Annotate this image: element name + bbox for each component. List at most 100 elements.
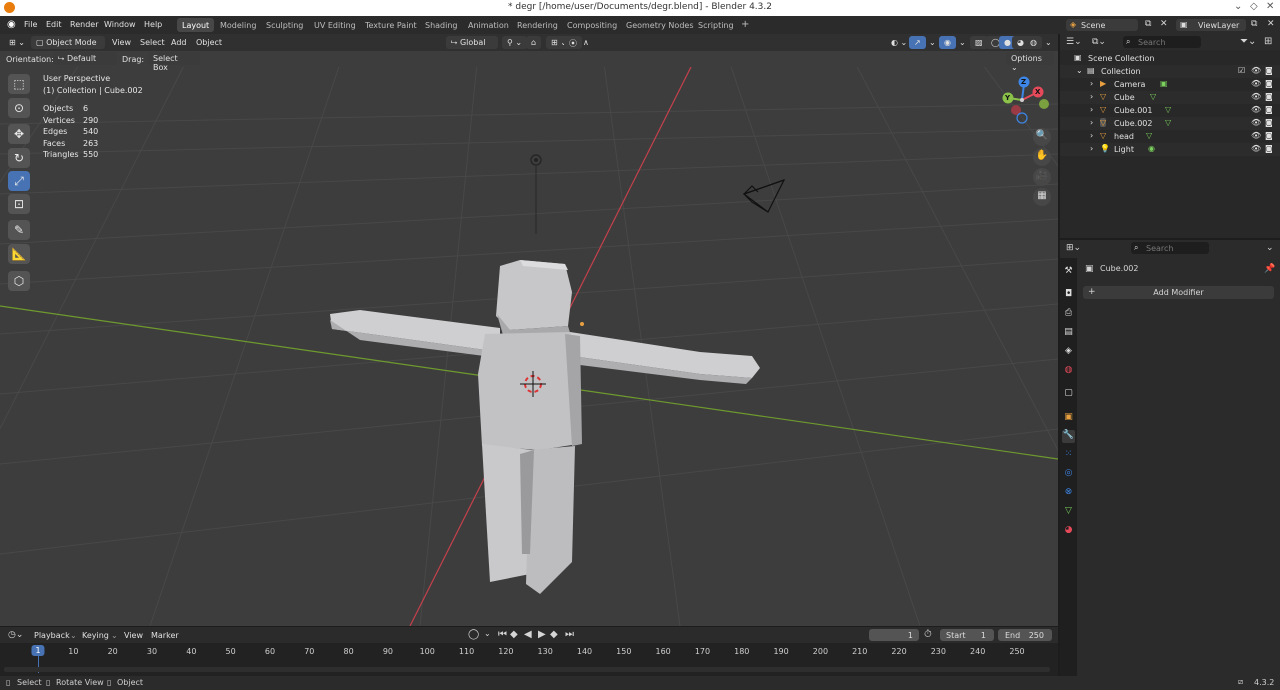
new-scene-icon[interactable]: ⧉ [1145,19,1151,29]
camera-view-icon[interactable]: 🎥 [1033,168,1051,186]
stopwatch-icon[interactable]: ⏱ [924,629,932,640]
tab-sculpting[interactable]: Sculpting [261,18,308,32]
xray-toggle-icon[interactable]: ▨ [970,36,988,49]
timeline-menu-view[interactable]: View [124,631,143,640]
view-layer-selector[interactable]: ▣ ViewLayer [1176,19,1246,31]
select-box-tool[interactable]: ⬚ [8,74,30,94]
physics-tab-icon[interactable]: ◎ [1062,468,1075,481]
render-camera-icon[interactable]: ◙ [1265,66,1273,75]
render-camera-icon[interactable]: ◙ [1265,131,1273,140]
chevron-down-icon[interactable]: ⌄ [1076,66,1083,75]
output-tab-icon[interactable]: ⎙ [1062,308,1075,321]
viewport-menu-object[interactable]: Object [196,38,222,47]
constraints-tab-icon[interactable]: ⊗ [1062,487,1075,500]
options-button[interactable]: Options ⌄ [1006,52,1054,72]
object-tab-icon[interactable]: ▣ [1062,412,1075,425]
minimize-icon[interactable]: ⌄ [1234,1,1242,12]
outliner-item[interactable]: › ▶ Camera ▣ 👁 ◙ [1060,78,1280,91]
play-icon[interactable]: ▶ [538,629,546,640]
measure-tool[interactable]: 📐 [8,244,30,264]
render-camera-icon[interactable]: ◙ [1265,118,1273,127]
outliner-item[interactable]: › ▽ Cube.001 ▽ 👁 ◙ [1060,104,1280,117]
tool-tab-icon[interactable]: ⚒ [1062,266,1075,279]
tab-uv-editing[interactable]: UV Editing [309,18,361,32]
viewport-menu-add[interactable]: Add [171,38,187,47]
viewport-menu-view[interactable]: View [112,38,131,47]
cursor-tool[interactable]: ⊙ [8,98,30,118]
chevron-right-icon[interactable]: › [1090,92,1093,101]
world-tab-icon[interactable]: ◍ [1062,365,1075,378]
menu-help[interactable]: Help [144,20,162,29]
pin-icon[interactable]: 📌 [1264,264,1275,274]
timeline-menu-playback[interactable]: Playback [34,631,70,640]
rotate-tool[interactable]: ↻ [8,148,30,168]
current-frame-input[interactable]: 1 [869,629,919,641]
particles-tab-icon[interactable]: ⁙ [1062,449,1075,462]
blender-menu-icon[interactable]: ◉ [7,19,16,30]
chevron-down-icon[interactable]: ⌄ [484,629,491,638]
shading-dropdown-icon[interactable]: ⌄ [1040,36,1057,49]
tab-shading[interactable]: Shading [420,18,463,32]
scene-selector[interactable]: ◈ Scene [1066,19,1138,31]
menu-edit[interactable]: Edit [46,20,62,29]
falloff-icon[interactable]: ∧ [578,36,594,49]
outliner-editor-icon[interactable]: ☰⌄ [1066,37,1082,47]
display-mode-icon[interactable]: ⧉⌄ [1092,37,1106,47]
new-collection-icon[interactable]: ⊞ [1264,36,1272,47]
chevron-right-icon[interactable]: › [1090,144,1093,153]
render-camera-icon[interactable]: ◙ [1265,144,1273,153]
tab-compositing[interactable]: Compositing [562,18,622,32]
tab-modeling[interactable]: Modeling [215,18,261,32]
jump-end-icon[interactable]: ⏭ [565,629,574,640]
checkbox-icon[interactable]: ☑ [1238,66,1245,75]
render-camera-icon[interactable]: ◙ [1265,92,1273,101]
transform-orientation-selector[interactable]: ⮡ Global ⌄ [446,36,498,57]
tab-scripting[interactable]: Scripting [693,18,739,32]
new-view-layer-icon[interactable]: ⧉ [1251,19,1257,29]
material-tab-icon[interactable]: ◕ [1062,525,1075,538]
eye-icon[interactable]: 👁 [1251,79,1261,88]
mode-selector[interactable]: ▢ Object Mode ⌄ [31,36,105,56]
move-tool[interactable]: ✥ [8,124,30,144]
eye-icon[interactable]: 👁 [1251,118,1261,127]
jump-key-back-icon[interactable]: ◆ [510,629,518,640]
chevron-right-icon[interactable]: › [1090,105,1093,114]
menu-file[interactable]: File [24,20,37,29]
record-icon[interactable]: ◯ [468,629,479,640]
overlay-dropdown-icon[interactable]: ⌄ [954,36,971,49]
jump-start-icon[interactable]: ⏮ [498,629,507,640]
data-tab-icon[interactable]: ▽ [1062,506,1075,519]
delete-scene-icon[interactable]: ✕ [1160,19,1168,29]
outliner-scene-collection[interactable]: ▣ Scene Collection [1060,52,1280,65]
render-camera-icon[interactable]: ◙ [1265,79,1273,88]
eye-icon[interactable]: 👁 [1251,105,1261,114]
drag-selector[interactable]: Select Box [148,52,200,72]
properties-editor-icon[interactable]: ⊞⌄ [1066,243,1081,253]
viewport-menu-select[interactable]: Select [140,38,165,47]
eye-icon[interactable]: 👁 [1251,92,1261,101]
snap-icon[interactable]: ⌂ [526,36,542,49]
orientation-selector[interactable]: ⮡ Default [53,52,117,65]
timeline-scrollbar[interactable] [4,667,1050,672]
add-workspace-button[interactable]: + [736,18,754,32]
chevron-right-icon[interactable]: › [1090,79,1093,88]
annotate-tool[interactable]: ✎ [8,220,30,240]
add-modifier-button[interactable]: + Add Modifier [1083,286,1274,299]
menu-render[interactable]: Render [70,20,98,29]
modifier-tab-icon[interactable]: 🔧 [1062,430,1075,443]
chevron-right-icon[interactable]: › [1090,118,1093,127]
tab-layout[interactable]: Layout [177,18,215,32]
outliner-item[interactable]: › ▽ Cube ▽ 👁 ◙ [1060,91,1280,104]
tab-animation[interactable]: Animation [463,18,514,32]
tab-rendering[interactable]: Rendering [512,18,563,32]
outliner-search-input[interactable]: ⌕ Search [1123,36,1201,48]
filter-icon[interactable]: ⏷⌄ [1240,36,1256,47]
jump-key-forward-icon[interactable]: ◆ [550,629,558,640]
outliner-item[interactable]: › 💡 Light ◉ 👁 ◙ [1060,143,1280,156]
eye-icon[interactable]: 👁 [1251,131,1261,140]
tab-texture-paint[interactable]: Texture Paint [360,18,422,32]
eye-icon[interactable]: 👁 [1251,144,1261,153]
chevron-right-icon[interactable]: › [1090,131,1093,140]
3d-viewport[interactable] [0,34,1058,626]
collection-tab-icon[interactable]: ▢ [1062,388,1075,401]
